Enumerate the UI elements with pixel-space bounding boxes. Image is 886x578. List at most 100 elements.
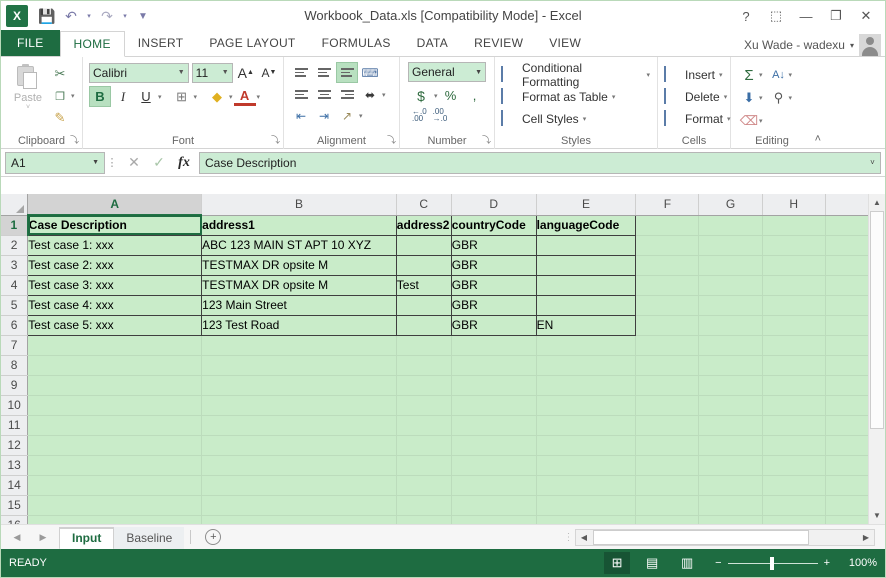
cell-f8[interactable]	[635, 355, 700, 376]
column-header-d[interactable]: D	[451, 194, 537, 216]
fill-button[interactable]: ⬇	[739, 87, 759, 109]
cell-h11[interactable]	[762, 415, 826, 436]
cell-f16[interactable]	[635, 515, 700, 524]
tab-file[interactable]: FILE	[1, 30, 60, 56]
column-header-g[interactable]: G	[698, 194, 763, 216]
column-header-e[interactable]: E	[536, 194, 637, 216]
cell-h5[interactable]	[762, 295, 826, 316]
cell-b6[interactable]: 123 Test Road	[201, 315, 397, 336]
cell-g5[interactable]	[698, 295, 763, 316]
zoom-track[interactable]	[727, 556, 818, 570]
cell-b5[interactable]: 123 Main Street	[201, 295, 397, 316]
cell-e6[interactable]: EN	[536, 315, 637, 336]
formula-input[interactable]: Case Description	[199, 151, 865, 174]
insert-cells-button[interactable]: Insert ▾	[664, 64, 726, 86]
font-color-button[interactable]: A	[233, 87, 256, 106]
cell-d11[interactable]	[451, 415, 537, 436]
row-header-5[interactable]: 5	[1, 295, 29, 316]
cell-a9[interactable]	[27, 375, 203, 396]
cell-a11[interactable]	[27, 415, 203, 436]
cell-b3[interactable]: TESTMAX DR opsite M	[201, 255, 397, 276]
cell-h3[interactable]	[762, 255, 826, 276]
horizontal-scrollbar[interactable]: ◀ ▶	[575, 528, 875, 546]
cell-d8[interactable]	[451, 355, 537, 376]
align-right-button[interactable]	[336, 84, 358, 105]
paste-dropdown-icon[interactable]: ˅	[26, 104, 30, 111]
cell-f3[interactable]	[635, 255, 700, 276]
cell-e2[interactable]	[536, 235, 637, 256]
cell-f4[interactable]	[635, 275, 700, 296]
delete-cells-dropdown-icon[interactable]: ▾	[724, 93, 728, 101]
align-left-button[interactable]	[290, 84, 312, 105]
cell-a12[interactable]	[27, 435, 203, 456]
tab-formulas[interactable]: FORMULAS	[309, 30, 404, 56]
cell-h1[interactable]	[762, 215, 826, 236]
minimize-button[interactable]: —	[791, 3, 821, 29]
cell-h8[interactable]	[762, 355, 826, 376]
cell-styles-dropdown-icon[interactable]: ▾	[583, 115, 587, 123]
user-dropdown-icon[interactable]: ▾	[850, 41, 854, 50]
column-header-h[interactable]: H	[762, 194, 826, 216]
cell-c12[interactable]	[396, 435, 452, 456]
zoom-slider[interactable]: − +	[715, 556, 830, 570]
tab-split-handle[interactable]: ⋮	[563, 528, 575, 546]
cell-b14[interactable]	[201, 475, 397, 496]
cell-c2[interactable]	[396, 235, 452, 256]
cell-g16[interactable]	[698, 515, 763, 524]
spreadsheet-grid[interactable]: A B C D E F G H 1 Case Description addre…	[1, 194, 885, 524]
cell-f10[interactable]	[635, 395, 700, 416]
format-cells-dropdown-icon[interactable]: ▾	[727, 115, 731, 123]
cell-a5[interactable]: Test case 4: xxx	[27, 295, 203, 316]
comma-format-button[interactable]: ,	[464, 85, 486, 106]
cell-f2[interactable]	[635, 235, 700, 256]
decrease-font-size-button[interactable]: A ▼	[259, 62, 279, 83]
cell-g15[interactable]	[698, 495, 763, 516]
borders-button[interactable]: ⊞	[171, 86, 193, 107]
sheet-tab-input[interactable]: Input	[59, 526, 115, 550]
cell-d2[interactable]: GBR	[451, 235, 537, 256]
cell-g7[interactable]	[698, 335, 763, 356]
autosum-dropdown-icon[interactable]: ▾	[759, 71, 763, 79]
cell-f1[interactable]	[635, 215, 700, 236]
cell-a13[interactable]	[27, 455, 203, 476]
cell-g8[interactable]	[698, 355, 763, 376]
cell-h6[interactable]	[762, 315, 826, 336]
cell-b8[interactable]	[201, 355, 397, 376]
cell-g4[interactable]	[698, 275, 763, 296]
cell-a7[interactable]	[27, 335, 203, 356]
cell-b9[interactable]	[201, 375, 397, 396]
autosum-button[interactable]: Σ	[739, 64, 759, 86]
cell-h14[interactable]	[762, 475, 826, 496]
expand-formula-bar-icon[interactable]: ˅	[865, 151, 881, 174]
insert-function-icon[interactable]: fx	[173, 155, 195, 171]
tab-insert[interactable]: INSERT	[125, 30, 197, 56]
tab-review[interactable]: REVIEW	[461, 30, 536, 56]
cell-g10[interactable]	[698, 395, 763, 416]
orientation-button[interactable]: ↗	[336, 105, 358, 126]
cell-a4[interactable]: Test case 3: xxx	[27, 275, 203, 296]
cell-d10[interactable]	[451, 395, 537, 416]
cell-f15[interactable]	[635, 495, 700, 516]
next-sheet-button[interactable]: ▶	[37, 532, 49, 543]
cell-e15[interactable]	[536, 495, 637, 516]
cell-f13[interactable]	[635, 455, 700, 476]
cell-e3[interactable]	[536, 255, 637, 276]
maximize-button[interactable]: ❐	[821, 3, 851, 29]
cell-c11[interactable]	[396, 415, 452, 436]
cell-d3[interactable]: GBR	[451, 255, 537, 276]
cell-h2[interactable]	[762, 235, 826, 256]
find-select-button[interactable]: ⚲	[769, 87, 789, 109]
cell-e1[interactable]: languageCode	[536, 214, 637, 236]
row-header-9[interactable]: 9	[1, 375, 29, 396]
tab-page-layout[interactable]: PAGE LAYOUT	[196, 30, 308, 56]
alignment-dialog-launcher-icon[interactable]: ⤵	[387, 133, 396, 146]
clipboard-dialog-launcher-icon[interactable]: ⤵	[70, 133, 79, 146]
font-size-dropdown-icon[interactable]: ▼	[218, 69, 229, 76]
ribbon-display-options-button[interactable]: ⬚	[761, 3, 791, 29]
cell-e8[interactable]	[536, 355, 637, 376]
user-account-area[interactable]: Xu Wade - wadexu ▾	[744, 34, 885, 56]
cell-h13[interactable]	[762, 455, 826, 476]
increase-decimal-button[interactable]: ←.0.00	[412, 108, 427, 123]
cell-d1[interactable]: countryCode	[451, 214, 537, 236]
row-header-1[interactable]: 1	[1, 215, 29, 236]
